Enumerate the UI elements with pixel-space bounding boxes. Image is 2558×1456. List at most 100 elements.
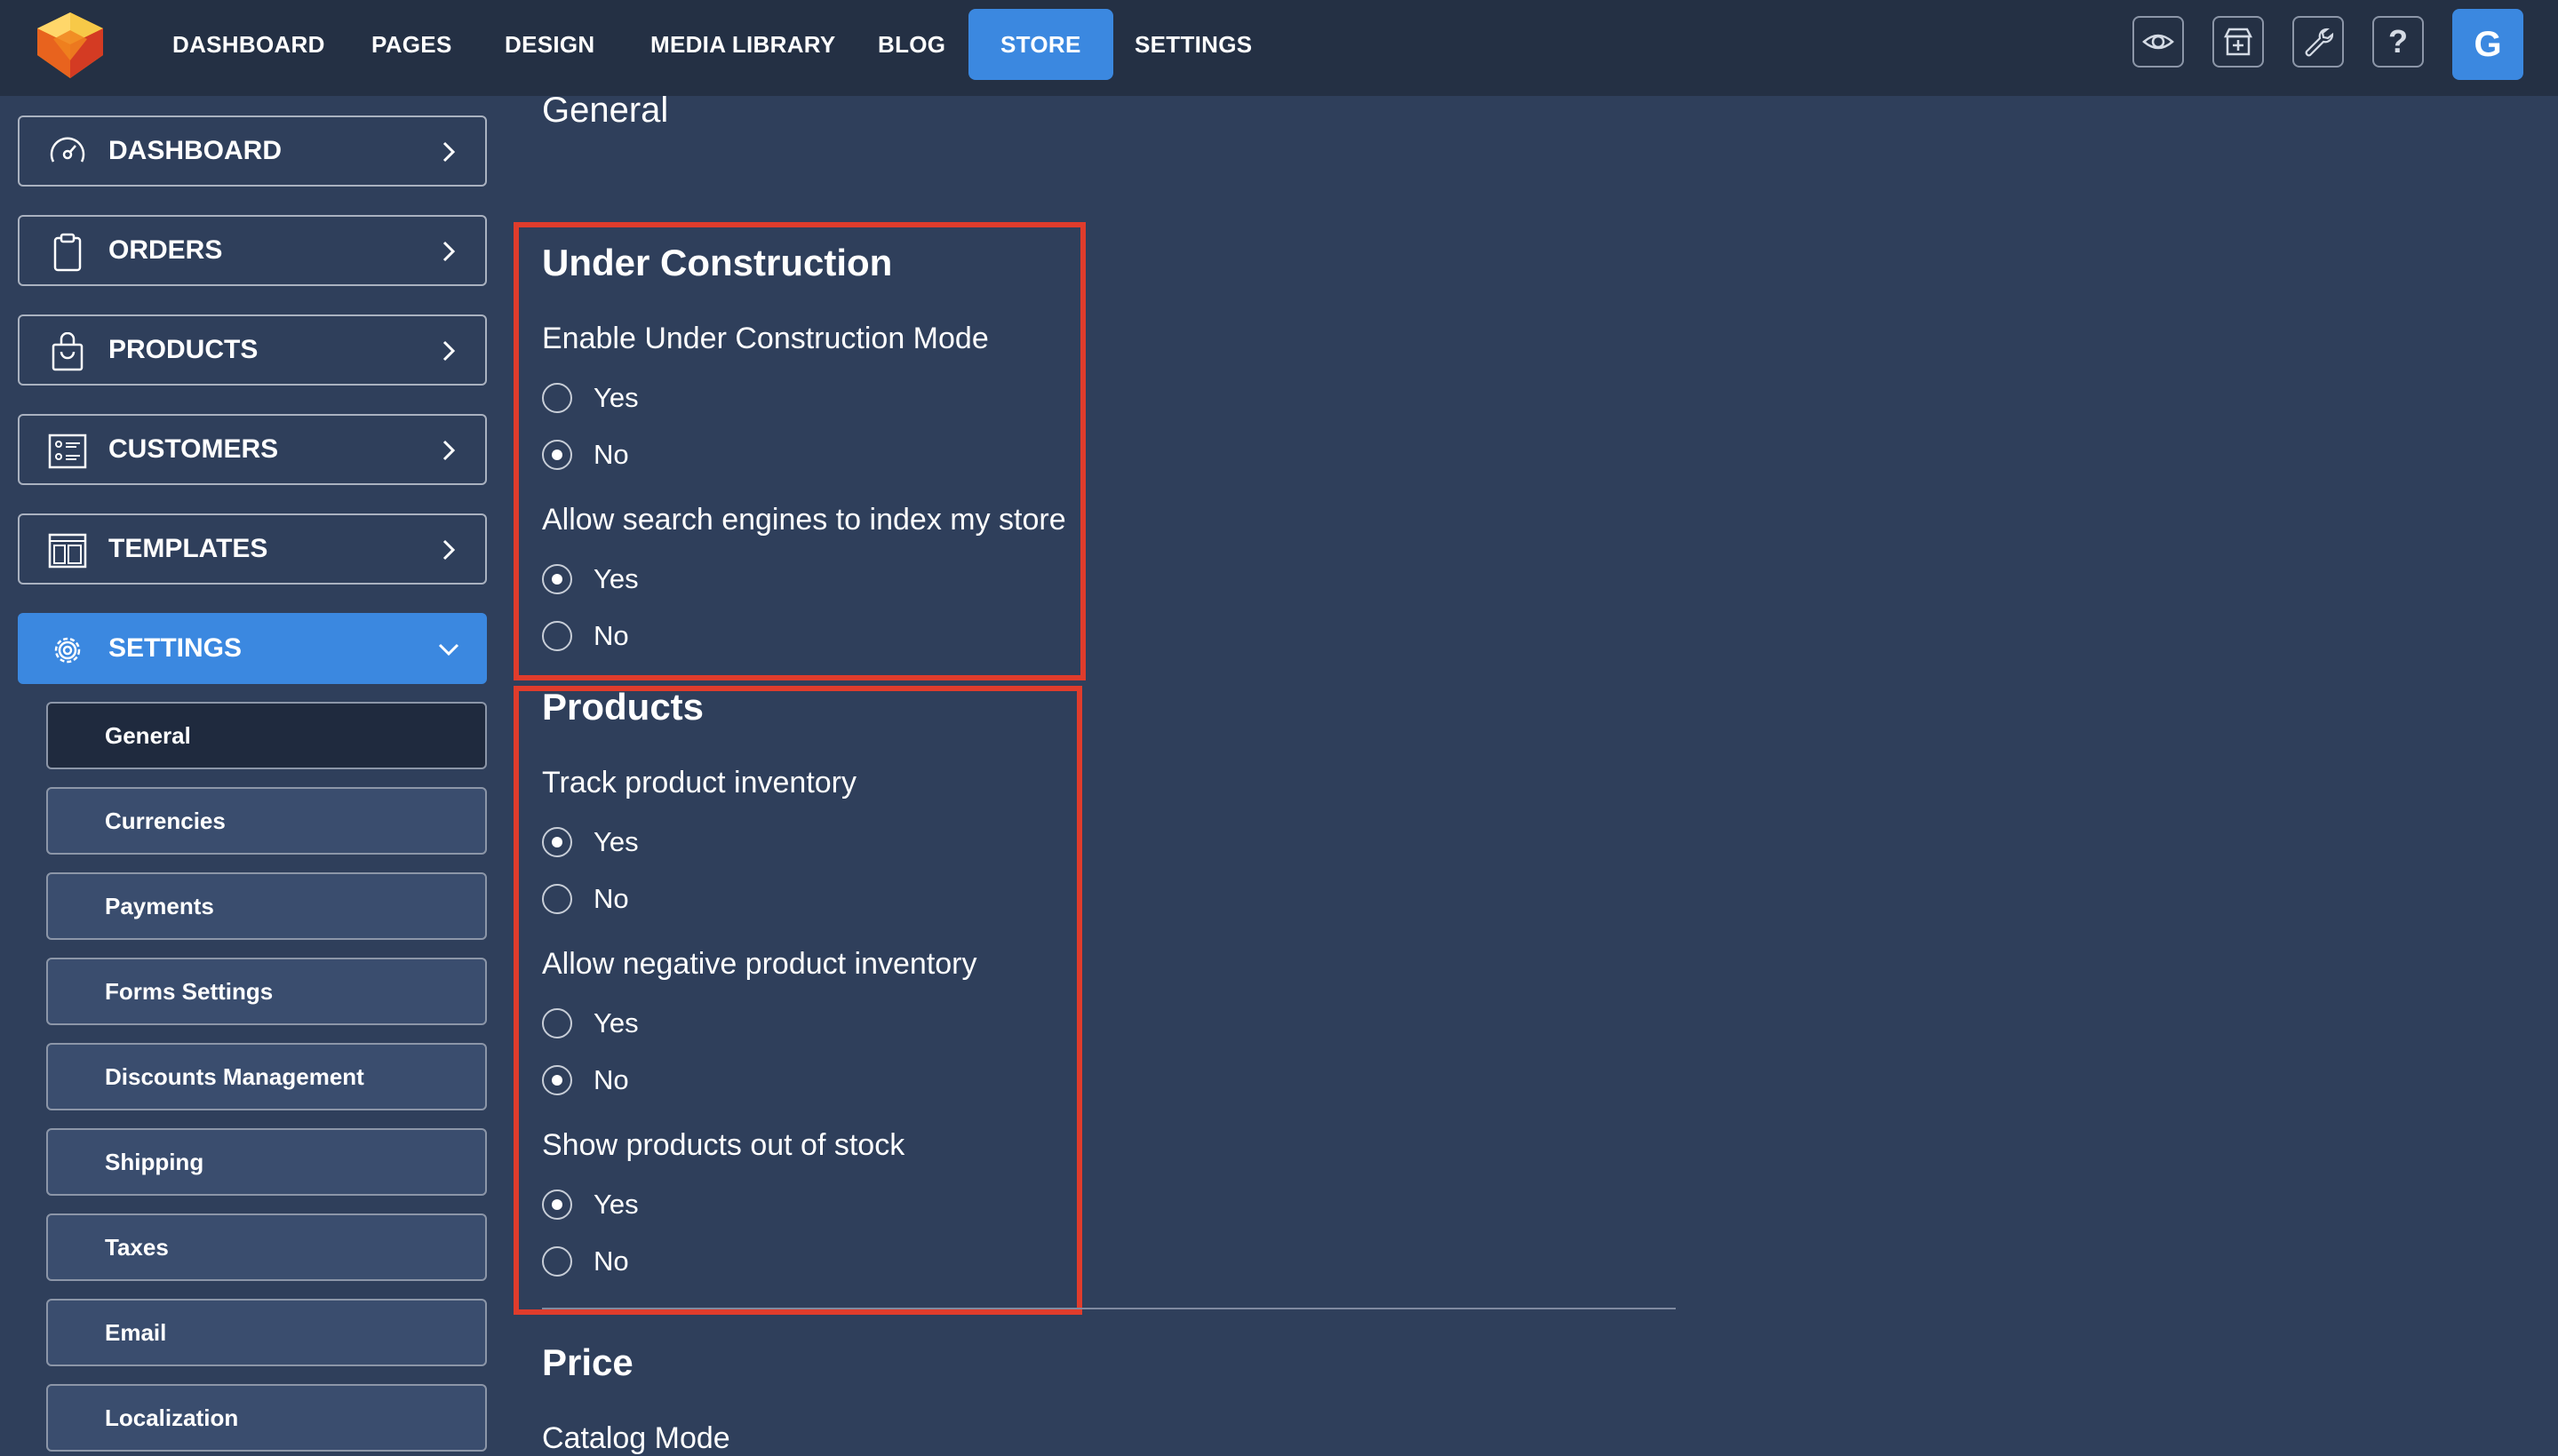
sidebar-item-label: CUSTOMERS xyxy=(108,434,279,464)
chevron-down-icon xyxy=(438,643,459,656)
radio-button[interactable] xyxy=(542,440,572,470)
preview-button[interactable] xyxy=(2132,16,2184,68)
question-track-inventory: Track product inventory xyxy=(542,766,857,800)
nav-media-library[interactable]: MEDIA LIBRARY xyxy=(618,9,868,80)
radio-negative-inventory-no[interactable]: No xyxy=(542,1062,629,1098)
radio-negative-inventory-yes[interactable]: Yes xyxy=(542,1006,639,1041)
help-button[interactable]: ? xyxy=(2372,16,2424,68)
subitem-label: Email xyxy=(105,1319,167,1346)
radio-label: Yes xyxy=(594,826,639,857)
radio-button[interactable] xyxy=(542,621,572,651)
radio-button[interactable] xyxy=(542,1008,572,1038)
radio-label: Yes xyxy=(594,563,639,594)
radio-label: Yes xyxy=(594,1189,639,1220)
settings-subitem-taxes[interactable]: Taxes xyxy=(46,1213,487,1281)
wrench-icon xyxy=(2305,28,2334,57)
question-negative-inventory: Allow negative product inventory xyxy=(542,947,977,981)
question-enable-under-construction: Enable Under Construction Mode xyxy=(542,322,989,355)
under-construction-title: Under Construction xyxy=(542,242,893,283)
radio-button[interactable] xyxy=(542,884,572,914)
sidebar-item-customers[interactable]: CUSTOMERS xyxy=(18,414,487,485)
radio-label: Yes xyxy=(594,382,639,413)
nav-settings[interactable]: SETTINGS xyxy=(1103,9,1284,80)
radio-label: Yes xyxy=(594,1007,639,1038)
radio-button[interactable] xyxy=(542,383,572,413)
radio-label: No xyxy=(594,1245,629,1277)
clipboard-icon xyxy=(53,233,82,272)
radio-track-inventory-no[interactable]: No xyxy=(542,881,629,917)
nav-design[interactable]: DESIGN xyxy=(473,9,626,80)
tools-button[interactable] xyxy=(2292,16,2344,68)
settings-subitem-payments[interactable]: Payments xyxy=(46,872,487,940)
radio-button[interactable] xyxy=(542,1189,572,1220)
sidebar-item-products[interactable]: PRODUCTS xyxy=(18,314,487,386)
subitem-label: Localization xyxy=(105,1404,239,1431)
radio-out-of-stock-yes[interactable]: Yes xyxy=(542,1187,639,1222)
nav-dashboard[interactable]: DASHBOARD xyxy=(140,9,357,80)
subitem-label: General xyxy=(105,722,191,749)
radio-button[interactable] xyxy=(542,1065,572,1095)
settings-subitem-shipping[interactable]: Shipping xyxy=(46,1128,487,1196)
subitem-label: Payments xyxy=(105,893,214,919)
question-catalog-mode: Catalog Mode xyxy=(542,1421,730,1455)
sidebar-item-settings[interactable]: SETTINGS xyxy=(18,613,487,684)
gear-icon xyxy=(54,637,81,664)
help-icon: ? xyxy=(2388,23,2408,60)
radio-label: No xyxy=(594,1064,629,1095)
sidebar-item-label: TEMPLATES xyxy=(108,534,268,563)
settings-subitem-forms-settings[interactable]: Forms Settings xyxy=(46,958,487,1025)
radio-label: No xyxy=(594,439,629,470)
sidebar-item-orders[interactable]: ORDERS xyxy=(18,215,487,286)
question-show-out-of-stock: Show products out of stock xyxy=(542,1128,905,1162)
radio-under-construction-no[interactable]: No xyxy=(542,437,629,473)
chevron-right-icon xyxy=(442,241,456,262)
gauge-icon xyxy=(50,137,85,163)
settings-subitem-localization[interactable]: Localization xyxy=(46,1384,487,1452)
settings-subitem-email[interactable]: Email xyxy=(46,1299,487,1366)
sidebar-item-dashboard[interactable]: DASHBOARD xyxy=(18,115,487,187)
subitem-label: Taxes xyxy=(105,1234,169,1261)
page-title: General xyxy=(542,91,669,130)
radio-track-inventory-yes[interactable]: Yes xyxy=(542,824,639,860)
nav-blog[interactable]: BLOG xyxy=(846,9,977,80)
sidebar-item-label: DASHBOARD xyxy=(108,136,282,165)
sidebar-item-label: PRODUCTS xyxy=(108,335,259,364)
section-divider xyxy=(542,1308,1676,1309)
chevron-right-icon xyxy=(442,340,456,362)
chevron-right-icon xyxy=(442,539,456,561)
radio-search-index-no[interactable]: No xyxy=(542,618,629,654)
nav-pages[interactable]: PAGES xyxy=(339,9,484,80)
top-navbar: DASHBOARD PAGES DESIGN MEDIA LIBRARY BLO… xyxy=(0,0,2558,96)
radio-out-of-stock-no[interactable]: No xyxy=(542,1244,629,1279)
radio-label: No xyxy=(594,883,629,914)
settings-subitem-general[interactable]: General xyxy=(46,702,487,769)
sidebar-item-label: ORDERS xyxy=(108,235,223,265)
avatar[interactable]: G xyxy=(2452,9,2523,80)
eye-icon xyxy=(2142,34,2174,50)
nav-store[interactable]: STORE xyxy=(968,9,1113,80)
radio-button[interactable] xyxy=(542,564,572,594)
radio-button[interactable] xyxy=(542,827,572,857)
subitem-label: Discounts Management xyxy=(105,1063,364,1090)
sidebar-item-label: SETTINGS xyxy=(108,633,243,663)
chevron-right-icon xyxy=(442,440,456,461)
layout-icon xyxy=(48,533,87,569)
radio-under-construction-yes[interactable]: Yes xyxy=(542,380,639,416)
settings-subitem-discounts-management[interactable]: Discounts Management xyxy=(46,1043,487,1110)
contact-card-icon xyxy=(48,434,87,469)
subitem-label: Forms Settings xyxy=(105,978,274,1005)
radio-label: No xyxy=(594,620,629,651)
sidebar-item-templates[interactable]: TEMPLATES xyxy=(18,513,487,585)
subitem-label: Shipping xyxy=(105,1149,204,1175)
question-allow-search-index: Allow search engines to index my store xyxy=(542,503,1066,537)
products-title: Products xyxy=(542,686,705,728)
shopping-bag-icon xyxy=(52,332,84,371)
price-title: Price xyxy=(542,1341,634,1383)
settings-subitem-currencies[interactable]: Currencies xyxy=(46,787,487,855)
store-add-button[interactable] xyxy=(2212,16,2264,68)
logo-icon[interactable] xyxy=(30,9,110,80)
radio-button[interactable] xyxy=(542,1246,572,1277)
store-add-icon xyxy=(2223,28,2253,56)
radio-search-index-yes[interactable]: Yes xyxy=(542,561,639,597)
subitem-label: Currencies xyxy=(105,808,226,834)
